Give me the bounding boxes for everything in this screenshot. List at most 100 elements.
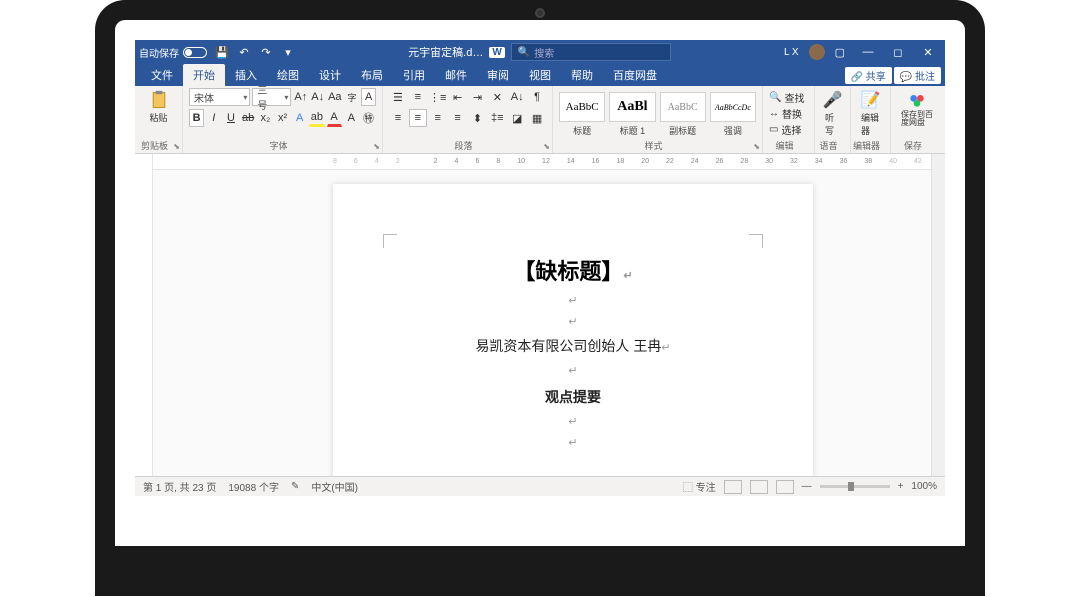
phonetic-guide-icon[interactable]: 字 — [345, 88, 360, 106]
tab-layout[interactable]: 布局 — [351, 64, 393, 86]
minimize-icon[interactable]: — — [855, 45, 881, 59]
document-title: 元宇宙定稿.d… — [408, 44, 483, 60]
char-shading-icon[interactable]: A — [344, 109, 359, 127]
show-marks-icon[interactable]: ¶ — [528, 88, 546, 106]
strikethrough-icon[interactable]: ab — [241, 109, 256, 127]
font-launcher-icon[interactable]: ⬊ — [373, 142, 380, 151]
font-color-icon[interactable]: A — [327, 109, 342, 127]
zoom-level[interactable]: 100% — [911, 481, 937, 492]
search-icon: 🔍 — [518, 47, 530, 58]
font-name-combo[interactable]: 宋体 — [189, 88, 250, 106]
align-left-icon[interactable]: ≡ — [389, 109, 407, 127]
redo-icon[interactable]: ↷ — [259, 45, 273, 59]
style-heading[interactable]: AaBbC标题 — [559, 92, 605, 137]
undo-icon[interactable]: ↶ — [237, 45, 251, 59]
align-right-icon[interactable]: ≡ — [429, 109, 447, 127]
maximize-icon[interactable]: ◻ — [885, 45, 911, 59]
status-spellcheck-icon[interactable]: ✎ — [291, 481, 299, 492]
tab-view[interactable]: 视图 — [519, 64, 561, 86]
dictate-button[interactable]: 🎤 听写 — [821, 88, 844, 139]
group-clipboard: 粘贴 剪贴板 ⬊ — [135, 86, 183, 153]
style-subtitle[interactable]: AaBbC副标题 — [660, 92, 706, 137]
zoom-slider[interactable] — [820, 485, 890, 488]
tab-help[interactable]: 帮助 — [561, 64, 603, 86]
grow-font-icon[interactable]: A↑ — [293, 88, 308, 106]
italic-icon[interactable]: I — [206, 109, 221, 127]
increase-indent-icon[interactable]: ⇥ — [469, 88, 487, 106]
select-button[interactable]: ▭选择 — [769, 122, 808, 137]
ribbon-display-icon[interactable]: ▢ — [835, 46, 845, 59]
share-button[interactable]: 🔗 共享 — [845, 67, 892, 84]
bullets-icon[interactable]: ☰ — [389, 88, 407, 106]
quick-access-toolbar: 💾 ↶ ↷ ▾ — [215, 45, 295, 59]
highlight-icon[interactable]: ab — [309, 109, 324, 127]
multilevel-icon[interactable]: ⋮≡ — [429, 88, 447, 106]
underline-icon[interactable]: U — [223, 109, 238, 127]
char-border-icon[interactable]: A — [361, 88, 376, 106]
shrink-font-icon[interactable]: A↓ — [310, 88, 325, 106]
save-icon[interactable]: 💾 — [215, 45, 229, 59]
change-case-icon[interactable]: Aa — [327, 88, 342, 106]
status-bar: 第 1 页, 共 23 页 19088 个字 ✎ 中文(中国) ⬚ 专注 — +… — [135, 476, 945, 496]
clipboard-launcher-icon[interactable]: ⬊ — [173, 142, 180, 151]
status-page[interactable]: 第 1 页, 共 23 页 — [143, 479, 216, 494]
tab-references[interactable]: 引用 — [393, 64, 435, 86]
superscript-icon[interactable]: x² — [275, 109, 290, 127]
horizontal-ruler[interactable]: 8642246810121416182022242628303234363840… — [153, 154, 931, 170]
enclose-char-icon[interactable]: ㊕ — [361, 109, 376, 127]
borders-icon[interactable]: ▦ — [528, 109, 546, 127]
zoom-out-icon[interactable]: — — [802, 481, 812, 492]
align-center-icon[interactable]: ≡ — [409, 109, 427, 127]
style-heading1[interactable]: AaBl标题 1 — [609, 92, 655, 137]
editor-button[interactable]: 📝 编辑器 — [857, 88, 884, 139]
sort-icon[interactable]: A↓ — [508, 88, 526, 106]
bold-icon[interactable]: B — [189, 109, 204, 127]
comments-button[interactable]: 💬 批注 — [894, 67, 941, 84]
paste-button[interactable]: 粘贴 — [141, 88, 176, 126]
tab-design[interactable]: 设计 — [309, 64, 351, 86]
shading-icon[interactable]: ◪ — [508, 109, 526, 127]
styles-launcher-icon[interactable]: ⬊ — [753, 142, 760, 151]
status-language[interactable]: 中文(中国) — [311, 479, 358, 494]
numbering-icon[interactable]: ≡ — [409, 88, 427, 106]
font-size-combo[interactable]: 三号 — [252, 88, 291, 106]
user-avatar[interactable] — [809, 44, 825, 60]
autosave-toggle[interactable]: 自动保存 — [139, 45, 207, 60]
mic-icon: 🎤 — [823, 90, 843, 110]
view-web-icon[interactable] — [776, 480, 794, 494]
vertical-scrollbar[interactable] — [931, 154, 945, 476]
status-word-count[interactable]: 19088 个字 — [228, 479, 279, 494]
tab-home[interactable]: 开始 — [183, 64, 225, 86]
line-spacing-icon[interactable]: ‡≡ — [488, 109, 506, 127]
view-read-icon[interactable] — [724, 480, 742, 494]
vertical-ruler[interactable] — [135, 154, 153, 476]
group-font: 宋体 三号 A↑ A↓ Aa 字 A B I U ab x₂ x² — [183, 86, 383, 153]
style-emphasis[interactable]: AaBbCcDc强调 — [710, 92, 756, 137]
distribute-icon[interactable]: ⬍ — [469, 109, 487, 127]
tab-review[interactable]: 审阅 — [477, 64, 519, 86]
view-print-icon[interactable] — [750, 480, 768, 494]
save-baidu-button[interactable]: 保存到百度网盘 — [897, 88, 937, 129]
asian-layout-icon[interactable]: ✕ — [488, 88, 506, 106]
doc-title[interactable]: 【缺标题】↵ — [393, 254, 753, 286]
focus-mode-button[interactable]: ⬚ 专注 — [683, 479, 716, 494]
decrease-indent-icon[interactable]: ⇤ — [449, 88, 467, 106]
ribbon: 粘贴 剪贴板 ⬊ 宋体 三号 A↑ A↓ Aa 字 A — [135, 86, 945, 154]
tab-baidu[interactable]: 百度网盘 — [603, 64, 667, 86]
replace-button[interactable]: ↔替换 — [769, 106, 808, 121]
doc-section-heading[interactable]: 观点提要 — [393, 387, 753, 407]
editor-icon: 📝 — [861, 90, 881, 110]
text-effects-icon[interactable]: A — [292, 109, 307, 127]
justify-icon[interactable]: ≡ — [449, 109, 467, 127]
doc-author-line[interactable]: 易凯资本有限公司创始人 王冉↵ — [393, 336, 753, 356]
search-box[interactable]: 🔍 搜索 — [511, 43, 671, 61]
qat-more-icon[interactable]: ▾ — [281, 45, 295, 59]
tab-mailings[interactable]: 邮件 — [435, 64, 477, 86]
tab-file[interactable]: 文件 — [141, 64, 183, 86]
find-button[interactable]: 🔍查找 — [769, 90, 808, 105]
document-page[interactable]: 【缺标题】↵ ↵ ↵ 易凯资本有限公司创始人 王冉↵ ↵ 观点提要 ↵ ↵ — [333, 184, 813, 476]
paragraph-launcher-icon[interactable]: ⬊ — [543, 142, 550, 151]
zoom-in-icon[interactable]: + — [898, 481, 904, 492]
close-icon[interactable]: ✕ — [915, 45, 941, 59]
select-icon: ▭ — [769, 124, 778, 135]
